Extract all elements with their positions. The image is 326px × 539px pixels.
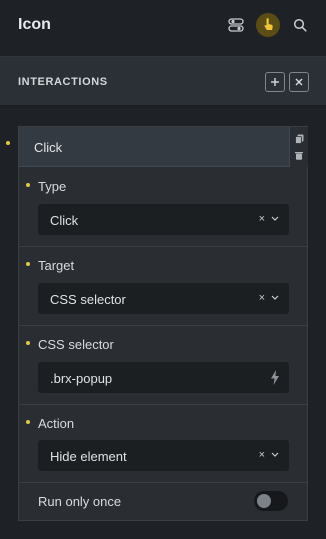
target-value: CSS selector (50, 292, 126, 307)
trash-icon[interactable] (295, 151, 303, 161)
section-buttons (265, 72, 309, 92)
chevron-down-icon[interactable] (271, 295, 279, 300)
field-indicator-dot (26, 183, 30, 187)
copy-icon[interactable] (294, 134, 304, 144)
type-value: Click (50, 213, 79, 228)
action-value: Hide element (50, 449, 127, 464)
interaction-card: Click Type Click × Target CSS selector × (18, 126, 308, 521)
clear-icon[interactable]: × (259, 449, 265, 461)
chevron-down-icon[interactable] (271, 452, 279, 457)
chevron-down-icon[interactable] (271, 216, 279, 221)
css-selector-value: .brx-popup (50, 371, 113, 386)
clear-icon[interactable]: × (259, 213, 265, 225)
field-indicator-dot (26, 420, 30, 424)
interaction-actions (289, 127, 308, 167)
toggle-knob (257, 494, 271, 508)
action-field: Action Hide element × (19, 405, 307, 483)
action-select[interactable]: Hide element × (38, 440, 289, 471)
css-selector-input[interactable]: .brx-popup (38, 362, 289, 393)
action-label: Action (38, 416, 75, 431)
clear-icon[interactable]: × (259, 292, 265, 304)
close-icon (295, 78, 303, 86)
target-label: Target (38, 258, 75, 273)
type-select[interactable]: Click × (38, 204, 289, 235)
search-icon[interactable] (288, 13, 312, 37)
target-select[interactable]: CSS selector × (38, 283, 289, 314)
panel-title: Icon (18, 16, 51, 33)
run-once-field: Run only once (19, 483, 307, 520)
run-once-toggle[interactable] (254, 491, 288, 511)
type-field: Type Click × (19, 168, 307, 247)
toggle-icon[interactable] (224, 13, 248, 37)
css-selector-label: CSS selector (38, 337, 114, 352)
field-indicator-dot (26, 341, 30, 345)
add-interaction-button[interactable] (265, 72, 285, 92)
interaction-header[interactable]: Click (19, 127, 289, 167)
plus-icon (271, 78, 279, 86)
interactions-section-header: INTERACTIONS (0, 56, 326, 106)
header-icons (224, 13, 312, 37)
interaction-trigger-label: Click (34, 140, 63, 155)
field-indicator-dot (26, 262, 30, 266)
interaction-hand-icon[interactable] (256, 13, 280, 37)
target-field: Target CSS selector × (19, 247, 307, 326)
panel-header: Icon (0, 0, 326, 56)
type-label: Type (38, 179, 67, 194)
css-selector-field: CSS selector .brx-popup (19, 326, 307, 405)
close-section-button[interactable] (289, 72, 309, 92)
interaction-indicator-dot (6, 141, 10, 145)
section-title: INTERACTIONS (18, 76, 108, 88)
bolt-icon[interactable] (270, 370, 280, 385)
run-once-label: Run only once (38, 494, 122, 509)
